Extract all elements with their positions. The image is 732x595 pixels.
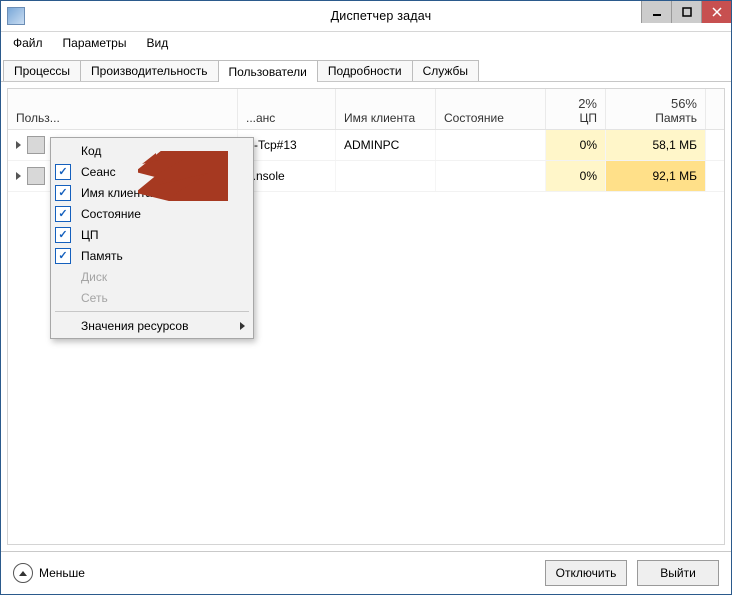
tabs: Процессы Производительность Пользователи… [1,57,731,82]
submenu-arrow-icon [240,322,245,330]
col-cpu-label: ЦП [579,111,597,125]
menu-item-label: Код [81,144,101,158]
cell-memory: 92,1 МБ [606,161,706,191]
maximize-icon [682,7,692,17]
col-mem-pct: 56% [671,96,697,111]
tab-services[interactable]: Службы [412,60,479,81]
menu-item-label: Диск [81,270,107,284]
column-context-menu: Код ✓ Сеанс ✓ Имя клиента ✓ Состояние ✓ … [50,137,254,339]
close-button[interactable] [701,1,731,23]
app-icon [7,7,25,25]
menu-item-resource-values[interactable]: Значения ресурсов [53,315,251,336]
cell-memory: 58,1 МБ [606,130,706,160]
menu-item-label: Память [81,249,123,263]
checkbox-icon: ✓ [55,248,71,264]
menu-separator [55,311,249,312]
close-icon [712,7,722,17]
users-panel: Польз... ...анс Имя клиента Состояние 2%… [7,88,725,545]
menu-options[interactable]: Параметры [59,34,131,52]
checkbox-icon: ✓ [55,227,71,243]
cell-client: ADMINPC [336,130,436,160]
logout-button[interactable]: Выйти [637,560,719,586]
fewer-details-button[interactable]: Меньше [13,563,85,583]
menu-item-label: Сеть [81,291,108,305]
cell-cpu: 0% [546,161,606,191]
expand-icon[interactable] [16,141,21,149]
col-mem-label: Память [655,111,697,125]
col-session[interactable]: ...анс [238,89,336,129]
tab-users[interactable]: Пользователи [218,60,318,82]
menu-item-state[interactable]: ✓ Состояние [53,203,251,224]
col-user[interactable]: Польз... [8,89,238,129]
tab-performance[interactable]: Производительность [80,60,218,81]
chevron-up-icon [13,563,33,583]
col-session-label: ...анс [246,111,327,125]
tab-processes[interactable]: Процессы [3,60,81,81]
minimize-button[interactable] [641,1,671,23]
maximize-button[interactable] [671,1,701,23]
menu-item-network: Сеть [53,287,251,308]
footer: Меньше Отключить Выйти [1,551,731,594]
cell-state [436,161,546,191]
cell-client [336,161,436,191]
col-state-label: Состояние [444,111,537,125]
checkbox-icon: ✓ [55,164,71,180]
menu-item-memory[interactable]: ✓ Память [53,245,251,266]
body: Польз... ...анс Имя клиента Состояние 2%… [1,82,731,551]
checkbox-icon: ✓ [55,185,71,201]
menu-item-code[interactable]: Код [53,140,251,161]
col-cpu-pct: 2% [578,96,597,111]
menu-view[interactable]: Вид [142,34,172,52]
user-icon [27,136,45,154]
col-client-label: Имя клиента [344,111,427,125]
menu-item-label: Состояние [81,207,141,221]
window-title: Диспетчер задач [31,9,731,23]
title-bar: Диспетчер задач [1,1,731,32]
menu-file[interactable]: Файл [9,34,47,52]
task-manager-window: Диспетчер задач Файл Параметры Вид Проце… [0,0,732,595]
col-client[interactable]: Имя клиента [336,89,436,129]
disconnect-button[interactable]: Отключить [545,560,627,586]
menu-item-label: Значения ресурсов [81,319,188,333]
checkbox-icon: ✓ [55,206,71,222]
fewer-details-label: Меньше [39,566,85,580]
menu-item-disk: Диск [53,266,251,287]
menu-item-client[interactable]: ✓ Имя клиента [53,182,251,203]
col-state[interactable]: Состояние [436,89,546,129]
cell-cpu: 0% [546,130,606,160]
menu-item-label: ЦП [81,228,99,242]
menu-item-label: Имя клиента [81,186,152,200]
column-headers: Польз... ...анс Имя клиента Состояние 2%… [8,89,724,130]
menu-bar: Файл Параметры Вид [1,32,731,54]
col-user-label: Польз... [16,111,229,125]
menu-item-cpu[interactable]: ✓ ЦП [53,224,251,245]
minimize-icon [652,7,662,17]
menu-item-label: Сеанс [81,165,116,179]
window-controls [641,1,731,23]
tab-details[interactable]: Подробности [317,60,413,81]
cell-state [436,130,546,160]
menu-item-session[interactable]: ✓ Сеанс [53,161,251,182]
user-icon [27,167,45,185]
col-memory[interactable]: 56% Память [606,89,706,129]
col-cpu[interactable]: 2% ЦП [546,89,606,129]
expand-icon[interactable] [16,172,21,180]
